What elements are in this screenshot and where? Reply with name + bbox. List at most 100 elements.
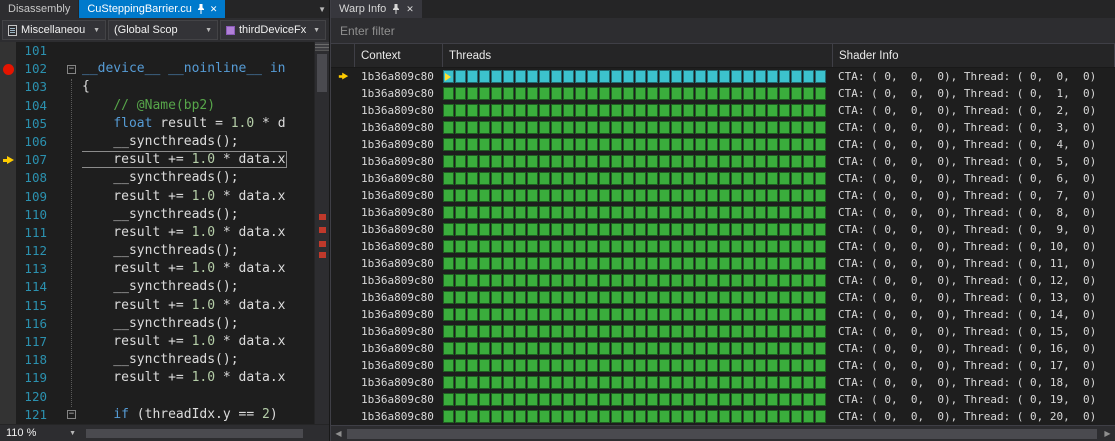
thread-cell[interactable]: [467, 274, 478, 287]
thread-cell[interactable]: [767, 308, 778, 321]
thread-cell[interactable]: [443, 410, 454, 423]
thread-cell[interactable]: [575, 206, 586, 219]
thread-cell[interactable]: [503, 223, 514, 236]
thread-cell[interactable]: [503, 257, 514, 270]
thread-cell[interactable]: [767, 291, 778, 304]
thread-cell[interactable]: [551, 376, 562, 389]
thread-cell[interactable]: [695, 274, 706, 287]
thread-cell[interactable]: [731, 138, 742, 151]
thread-cell[interactable]: [659, 172, 670, 185]
thread-cell[interactable]: [503, 325, 514, 338]
thread-cell[interactable]: [563, 155, 574, 168]
scope-dropdown[interactable]: (Global Scop ▼: [108, 20, 218, 40]
thread-cell[interactable]: [791, 393, 802, 406]
thread-cell[interactable]: [467, 223, 478, 236]
code-line-101[interactable]: 101: [0, 42, 314, 60]
breakpoint-margin[interactable]: [0, 133, 16, 151]
thread-cell[interactable]: [611, 342, 622, 355]
thread-cell[interactable]: [731, 206, 742, 219]
warp-row[interactable]: 1b36a809c80CTA: ( 0, 0, 0), Thread: ( 0,…: [331, 391, 1115, 408]
thread-cell[interactable]: [743, 410, 754, 423]
thread-cell[interactable]: [803, 138, 814, 151]
thread-cell[interactable]: [623, 70, 634, 83]
thread-cell[interactable]: [611, 325, 622, 338]
thread-cell[interactable]: [527, 155, 538, 168]
thread-cell[interactable]: [779, 274, 790, 287]
thread-cell[interactable]: [551, 70, 562, 83]
thread-cell[interactable]: [683, 410, 694, 423]
thread-cell[interactable]: [539, 240, 550, 253]
thread-cell[interactable]: [743, 274, 754, 287]
fold-toggle[interactable]: −: [56, 60, 82, 78]
warp-row[interactable]: 1b36a809c80CTA: ( 0, 0, 0), Thread: ( 0,…: [331, 102, 1115, 119]
thread-cell[interactable]: [743, 376, 754, 389]
thread-cell[interactable]: [623, 257, 634, 270]
thread-cell[interactable]: [491, 342, 502, 355]
thread-cell[interactable]: [611, 172, 622, 185]
thread-cell[interactable]: [515, 376, 526, 389]
warp-row[interactable]: 1b36a809c80CTA: ( 0, 0, 0), Thread: ( 0,…: [331, 136, 1115, 153]
thread-cell[interactable]: [707, 308, 718, 321]
thread-cell[interactable]: [659, 291, 670, 304]
breakpoint-margin[interactable]: [0, 333, 16, 351]
thread-cell[interactable]: [755, 104, 766, 117]
thread-cell[interactable]: [743, 393, 754, 406]
thread-cell[interactable]: [539, 87, 550, 100]
thread-cell[interactable]: [455, 189, 466, 202]
thread-cell[interactable]: [803, 155, 814, 168]
thread-cell[interactable]: [527, 206, 538, 219]
thread-cell[interactable]: [707, 87, 718, 100]
thread-cell[interactable]: [779, 121, 790, 134]
thread-cell[interactable]: [551, 138, 562, 151]
thread-cell[interactable]: [671, 393, 682, 406]
thread-cell[interactable]: [683, 325, 694, 338]
thread-cell[interactable]: [623, 291, 634, 304]
thread-cell[interactable]: [647, 308, 658, 321]
thread-cell[interactable]: [755, 376, 766, 389]
thread-cell[interactable]: [719, 325, 730, 338]
thread-cell[interactable]: [515, 410, 526, 423]
thread-cell[interactable]: [815, 376, 826, 389]
breakpoint-margin[interactable]: [0, 278, 16, 296]
thread-cell[interactable]: [563, 257, 574, 270]
thread-cell[interactable]: [731, 376, 742, 389]
collapse-icon[interactable]: −: [67, 65, 76, 74]
thread-cell[interactable]: [443, 393, 454, 406]
thread-cell[interactable]: [443, 70, 454, 83]
thread-cell[interactable]: [503, 87, 514, 100]
thread-cell[interactable]: [599, 206, 610, 219]
thread-cell[interactable]: [575, 325, 586, 338]
thread-cell[interactable]: [551, 291, 562, 304]
splitter-grip[interactable]: [315, 42, 329, 51]
fold-toggle[interactable]: −: [56, 406, 82, 424]
thread-cell[interactable]: [575, 172, 586, 185]
thread-cell[interactable]: [743, 155, 754, 168]
thread-cell[interactable]: [815, 87, 826, 100]
thread-cell[interactable]: [647, 240, 658, 253]
thread-cell[interactable]: [791, 87, 802, 100]
thread-cell[interactable]: [527, 70, 538, 83]
thread-cell[interactable]: [743, 87, 754, 100]
thread-cell[interactable]: [527, 172, 538, 185]
thread-cell[interactable]: [731, 223, 742, 236]
breakpoint-margin[interactable]: [0, 315, 16, 333]
thread-cell[interactable]: [563, 172, 574, 185]
breakpoint-margin[interactable]: [0, 369, 16, 387]
warp-row[interactable]: 1b36a809c80CTA: ( 0, 0, 0), Thread: ( 0,…: [331, 408, 1115, 425]
thread-cell[interactable]: [563, 223, 574, 236]
thread-cell[interactable]: [719, 342, 730, 355]
thread-cell[interactable]: [551, 410, 562, 423]
thread-cell[interactable]: [479, 325, 490, 338]
thread-cell[interactable]: [635, 359, 646, 372]
thread-cell[interactable]: [671, 138, 682, 151]
thread-cell[interactable]: [455, 376, 466, 389]
thread-cell[interactable]: [647, 393, 658, 406]
thread-cell[interactable]: [515, 172, 526, 185]
thread-cell[interactable]: [719, 274, 730, 287]
warp-row[interactable]: 1b36a809c80CTA: ( 0, 0, 0), Thread: ( 0,…: [331, 119, 1115, 136]
thread-cell[interactable]: [623, 410, 634, 423]
thread-cell[interactable]: [443, 189, 454, 202]
thread-cell[interactable]: [467, 291, 478, 304]
warp-row[interactable]: 1b36a809c80CTA: ( 0, 0, 0), Thread: ( 0,…: [331, 170, 1115, 187]
thread-cell[interactable]: [623, 138, 634, 151]
